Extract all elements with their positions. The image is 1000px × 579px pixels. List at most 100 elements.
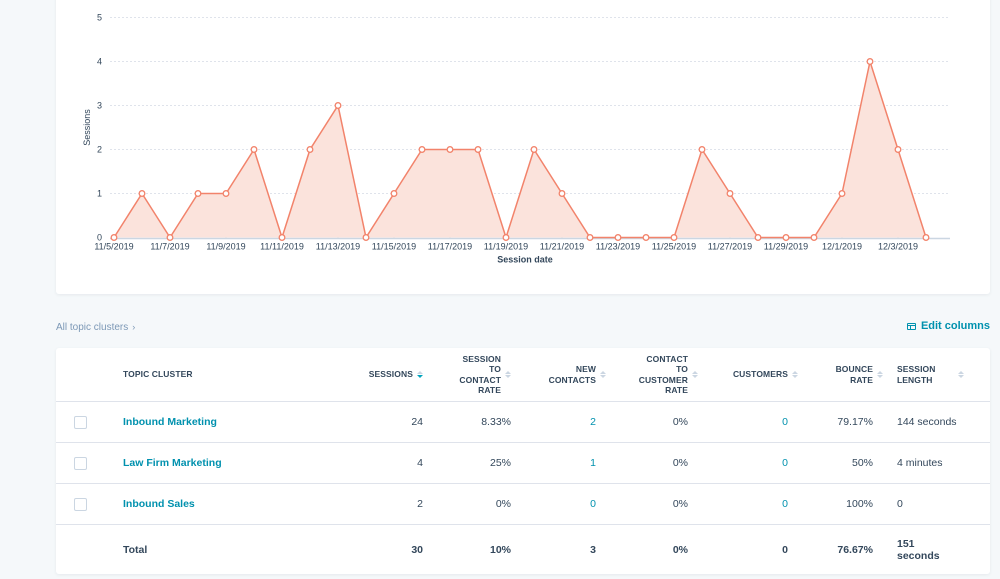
sort-icon[interactable] bbox=[792, 371, 798, 378]
cell-session-length: 0 bbox=[883, 483, 990, 525]
table-row: Law Firm Marketing 4 25% 1 0% 0 50% 4 mi… bbox=[56, 442, 990, 484]
header-sessions[interactable]: SESSIONS bbox=[333, 348, 423, 402]
y-axis-title: Sessions bbox=[82, 109, 92, 146]
x-tick-label: 11/9/2019 bbox=[206, 242, 245, 252]
topic-cluster-link[interactable]: Law Firm Marketing bbox=[123, 457, 222, 469]
total-new-contacts: 3 bbox=[590, 544, 596, 556]
cell-contact-to-customer-rate: 0% bbox=[606, 442, 698, 484]
data-point[interactable] bbox=[558, 190, 566, 197]
data-point[interactable] bbox=[250, 146, 258, 153]
topic-cluster-link[interactable]: Inbound Marketing bbox=[123, 416, 217, 428]
table-total-row: Total 30 10% 3 0% 0 76.67% 151 seconds bbox=[56, 525, 990, 575]
data-point[interactable] bbox=[530, 146, 538, 153]
total-contact-to-customer-rate: 0% bbox=[672, 544, 688, 556]
y-tick-label: 1 bbox=[97, 189, 102, 199]
total-bounce-rate: 76.67% bbox=[837, 544, 873, 556]
data-point[interactable] bbox=[446, 146, 454, 153]
data-point[interactable] bbox=[334, 102, 342, 109]
breadcrumb-all-topic-clusters[interactable]: All topic clusters › bbox=[56, 322, 135, 333]
header-contact-to-customer-rate[interactable]: CONTACT TO CUSTOMER RATE bbox=[606, 348, 698, 402]
x-tick-label: 11/11/2019 bbox=[260, 242, 304, 252]
data-point[interactable] bbox=[278, 234, 286, 241]
data-point[interactable] bbox=[390, 190, 398, 197]
customers-link[interactable]: 0 bbox=[782, 498, 788, 510]
new-contacts-link[interactable]: 1 bbox=[590, 457, 596, 469]
data-point[interactable] bbox=[922, 234, 930, 241]
data-point[interactable] bbox=[726, 190, 734, 197]
data-point[interactable] bbox=[362, 234, 370, 241]
data-point[interactable] bbox=[418, 146, 426, 153]
data-point[interactable] bbox=[306, 146, 314, 153]
data-point[interactable] bbox=[754, 234, 762, 241]
topic-clusters-table-card: Topic cluster SESSIONS SESSION TO CONTACT R… bbox=[56, 348, 990, 574]
y-tick-label: 3 bbox=[97, 101, 102, 111]
edit-columns-label: Edit columns bbox=[920, 320, 990, 332]
row-checkbox[interactable] bbox=[74, 456, 87, 470]
total-customers: 0 bbox=[782, 544, 788, 556]
x-tick-label: 11/19/2019 bbox=[484, 242, 528, 252]
data-point[interactable] bbox=[194, 190, 202, 197]
chevron-right-icon: › bbox=[132, 322, 136, 332]
row-checkbox[interactable] bbox=[74, 415, 87, 429]
edit-columns-button[interactable]: Edit columns bbox=[906, 320, 990, 332]
data-point[interactable] bbox=[698, 146, 706, 153]
x-tick-label: 11/29/2019 bbox=[764, 242, 808, 252]
x-tick-label: 11/25/2019 bbox=[652, 242, 696, 252]
new-contacts-link[interactable]: 0 bbox=[590, 498, 596, 510]
sort-icon[interactable] bbox=[505, 371, 511, 378]
data-point[interactable] bbox=[614, 234, 622, 241]
data-point[interactable] bbox=[138, 190, 146, 197]
sort-icon[interactable] bbox=[692, 371, 698, 378]
data-point[interactable] bbox=[810, 234, 818, 241]
y-tick-label: 5 bbox=[97, 13, 102, 23]
data-point[interactable] bbox=[166, 234, 174, 241]
x-tick-label: 12/1/2019 bbox=[822, 242, 862, 252]
data-point[interactable] bbox=[502, 234, 510, 241]
header-customers[interactable]: CUSTOMERS bbox=[698, 348, 798, 402]
sort-icon[interactable] bbox=[957, 371, 964, 378]
total-session-length: 151 seconds bbox=[897, 538, 940, 562]
y-tick-label: 2 bbox=[97, 145, 102, 155]
y-axis-ticks: 012345 bbox=[97, 13, 102, 243]
cell-sessions: 2 bbox=[333, 483, 423, 525]
header-bounce-rate[interactable]: BOUNCE RATE bbox=[798, 348, 883, 402]
sort-icon[interactable] bbox=[417, 371, 423, 378]
data-point[interactable] bbox=[474, 146, 482, 153]
cell-contact-to-customer-rate: 0% bbox=[606, 401, 698, 443]
customers-link[interactable]: 0 bbox=[782, 416, 788, 428]
customers-link[interactable]: 0 bbox=[782, 457, 788, 469]
header-new-contacts[interactable]: NEW CONTACTS bbox=[511, 348, 606, 402]
cell-session-to-contact-rate: 25% bbox=[423, 442, 511, 484]
data-point[interactable] bbox=[222, 190, 230, 197]
data-point[interactable] bbox=[642, 234, 650, 241]
new-contacts-link[interactable]: 2 bbox=[590, 416, 596, 428]
total-session-to-contact-rate: 10% bbox=[489, 544, 511, 556]
row-checkbox[interactable] bbox=[74, 497, 87, 511]
data-point[interactable] bbox=[670, 234, 678, 241]
header-session-to-contact-rate[interactable]: SESSION TO CONTACT RATE bbox=[423, 348, 511, 402]
cell-sessions: 24 bbox=[333, 401, 423, 443]
data-point[interactable] bbox=[866, 58, 874, 65]
data-point[interactable] bbox=[894, 146, 902, 153]
header-topic-cluster: Topic cluster bbox=[123, 348, 333, 402]
x-tick-label: 11/21/2019 bbox=[540, 242, 584, 252]
topic-cluster-link[interactable]: Inbound Sales bbox=[123, 498, 195, 510]
cell-bounce-rate: 50% bbox=[798, 442, 883, 484]
x-tick-label: 11/5/2019 bbox=[94, 242, 133, 252]
header-session-length[interactable]: SESSION LENGTH bbox=[883, 348, 990, 402]
x-tick-label: 12/3/2019 bbox=[878, 242, 918, 252]
table-row: Inbound Marketing 24 8.33% 2 0% 0 79.17%… bbox=[56, 401, 990, 443]
header-select bbox=[56, 348, 123, 402]
sessions-area-chart: 012345 Sessions 11/5/2019 11/7/2019 11/9/2… bbox=[82, 13, 950, 265]
total-sessions: 30 bbox=[411, 544, 423, 556]
columns-icon bbox=[906, 322, 916, 330]
data-point[interactable] bbox=[782, 234, 790, 241]
table-header-row: Topic cluster SESSIONS SESSION TO CONTACT R… bbox=[56, 348, 990, 402]
cell-bounce-rate: 100% bbox=[798, 483, 883, 525]
sort-icon[interactable] bbox=[877, 371, 883, 378]
sort-icon[interactable] bbox=[600, 371, 606, 378]
x-tick-label: 11/23/2019 bbox=[596, 242, 640, 252]
data-point[interactable] bbox=[110, 234, 118, 241]
data-point[interactable] bbox=[586, 234, 594, 241]
data-point[interactable] bbox=[838, 190, 846, 197]
